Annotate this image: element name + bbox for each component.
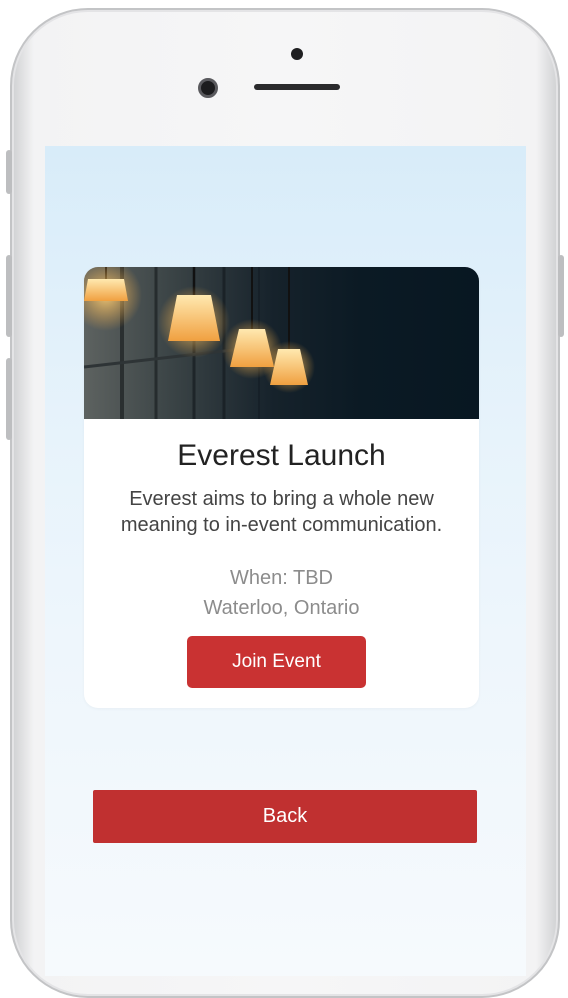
event-title: Everest Launch [177, 439, 386, 472]
event-image [84, 267, 479, 419]
silent-switch [6, 150, 12, 194]
event-when: When: TBD [230, 567, 333, 589]
volume-down-button [6, 358, 12, 440]
join-event-button[interactable]: Join Event [187, 636, 366, 688]
earpiece-speaker [254, 84, 340, 90]
power-button [558, 255, 564, 337]
event-description: Everest aims to bring a whole new meanin… [120, 488, 443, 536]
event-card: Everest Launch Everest aims to bring a w… [84, 267, 479, 708]
front-camera-icon [198, 78, 218, 98]
event-location: Waterloo, Ontario [203, 597, 360, 619]
app-screen: Everest Launch Everest aims to bring a w… [45, 146, 526, 976]
volume-up-button [6, 255, 12, 337]
proximity-sensor-icon [291, 48, 303, 60]
pendant-lamps-image [84, 267, 315, 419]
back-button[interactable]: Back [93, 790, 477, 843]
